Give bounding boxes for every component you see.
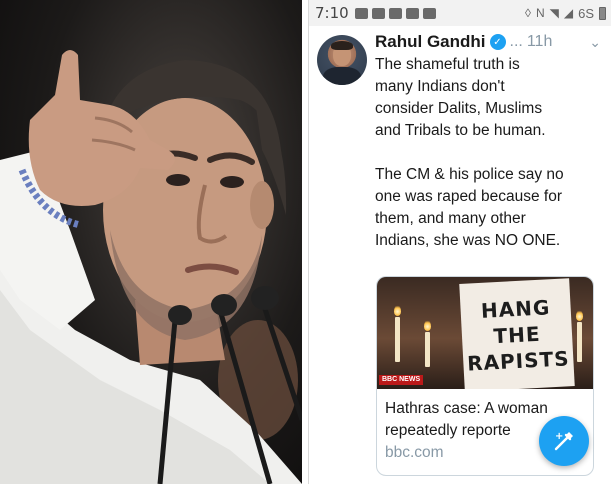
notification-icons (354, 7, 436, 19)
candle (395, 317, 400, 362)
placard-line: THE (492, 321, 542, 349)
tweet-line: and Tribals to be human. (375, 122, 546, 139)
nfc-icon: N (535, 6, 545, 20)
phone-screenshot: 7:10 ◊ N ◥ ◢ 6S Rahul Gandhi ✓ ... 11h ⌄… (308, 0, 611, 484)
author-name[interactable]: Rahul Gandhi (375, 32, 486, 52)
tweet-text: The shameful truth is many Indians don't… (375, 54, 607, 252)
candle (577, 322, 582, 362)
bbc-logo: BBC NEWS (379, 375, 424, 385)
candle-flame (576, 310, 583, 321)
candle-flame (424, 320, 431, 331)
protest-placard: HANG THE RAPISTS (459, 278, 575, 389)
tweet-line: The shameful truth is (375, 56, 520, 73)
news-photo (0, 0, 302, 484)
compose-tweet-button[interactable]: + (539, 416, 589, 466)
tweet-line: consider Dalits, Muslims (375, 100, 543, 117)
photo-illustration (0, 50, 302, 484)
battery-text: 6S (578, 5, 594, 21)
candle-flame (394, 305, 401, 316)
tweet-line: Indians, she was NO ONE. (375, 232, 561, 249)
avatar-hair (331, 41, 353, 50)
mail-icon (371, 7, 385, 19)
card-domain: bbc.com (385, 444, 444, 461)
tweet-line: one was raped because for (375, 188, 562, 205)
tweet-line: many Indians don't (375, 78, 505, 95)
placard-line: RAPISTS (466, 346, 571, 376)
vibrate-icon: ◊ (525, 6, 531, 20)
status-time: 7:10 (315, 4, 349, 22)
chevron-down-icon[interactable]: ⌄ (589, 34, 601, 51)
tweet-line: The CM & his police say no (375, 166, 564, 183)
tweet-time: 11h (526, 33, 553, 50)
battery-icon (599, 6, 606, 20)
author-handle: ... (509, 33, 523, 50)
tweet-line: them, and many other (375, 210, 526, 227)
tweet-header: Rahul Gandhi ✓ ... 11h ⌄ (375, 30, 607, 54)
signal-icon: ◢ (563, 6, 574, 20)
card-image: HANG THE RAPISTS BBC NEWS (377, 277, 593, 389)
wifi-icon: ◥ (549, 6, 559, 20)
status-bar: 7:10 ◊ N ◥ ◢ 6S (309, 0, 611, 26)
video-icon (388, 7, 402, 19)
youtube-icon (422, 7, 436, 19)
compose-feather-icon: + (554, 431, 573, 451)
avatar-body (323, 67, 361, 85)
system-icons: ◊ N ◥ ◢ 6S (525, 6, 606, 21)
placard-line: HANG (480, 295, 551, 323)
avatar[interactable] (317, 35, 367, 85)
message-icon (405, 7, 419, 19)
notification-icon (354, 7, 368, 19)
svg-text:+: + (555, 431, 563, 442)
verified-badge-icon: ✓ (489, 34, 506, 50)
candle (425, 332, 430, 367)
